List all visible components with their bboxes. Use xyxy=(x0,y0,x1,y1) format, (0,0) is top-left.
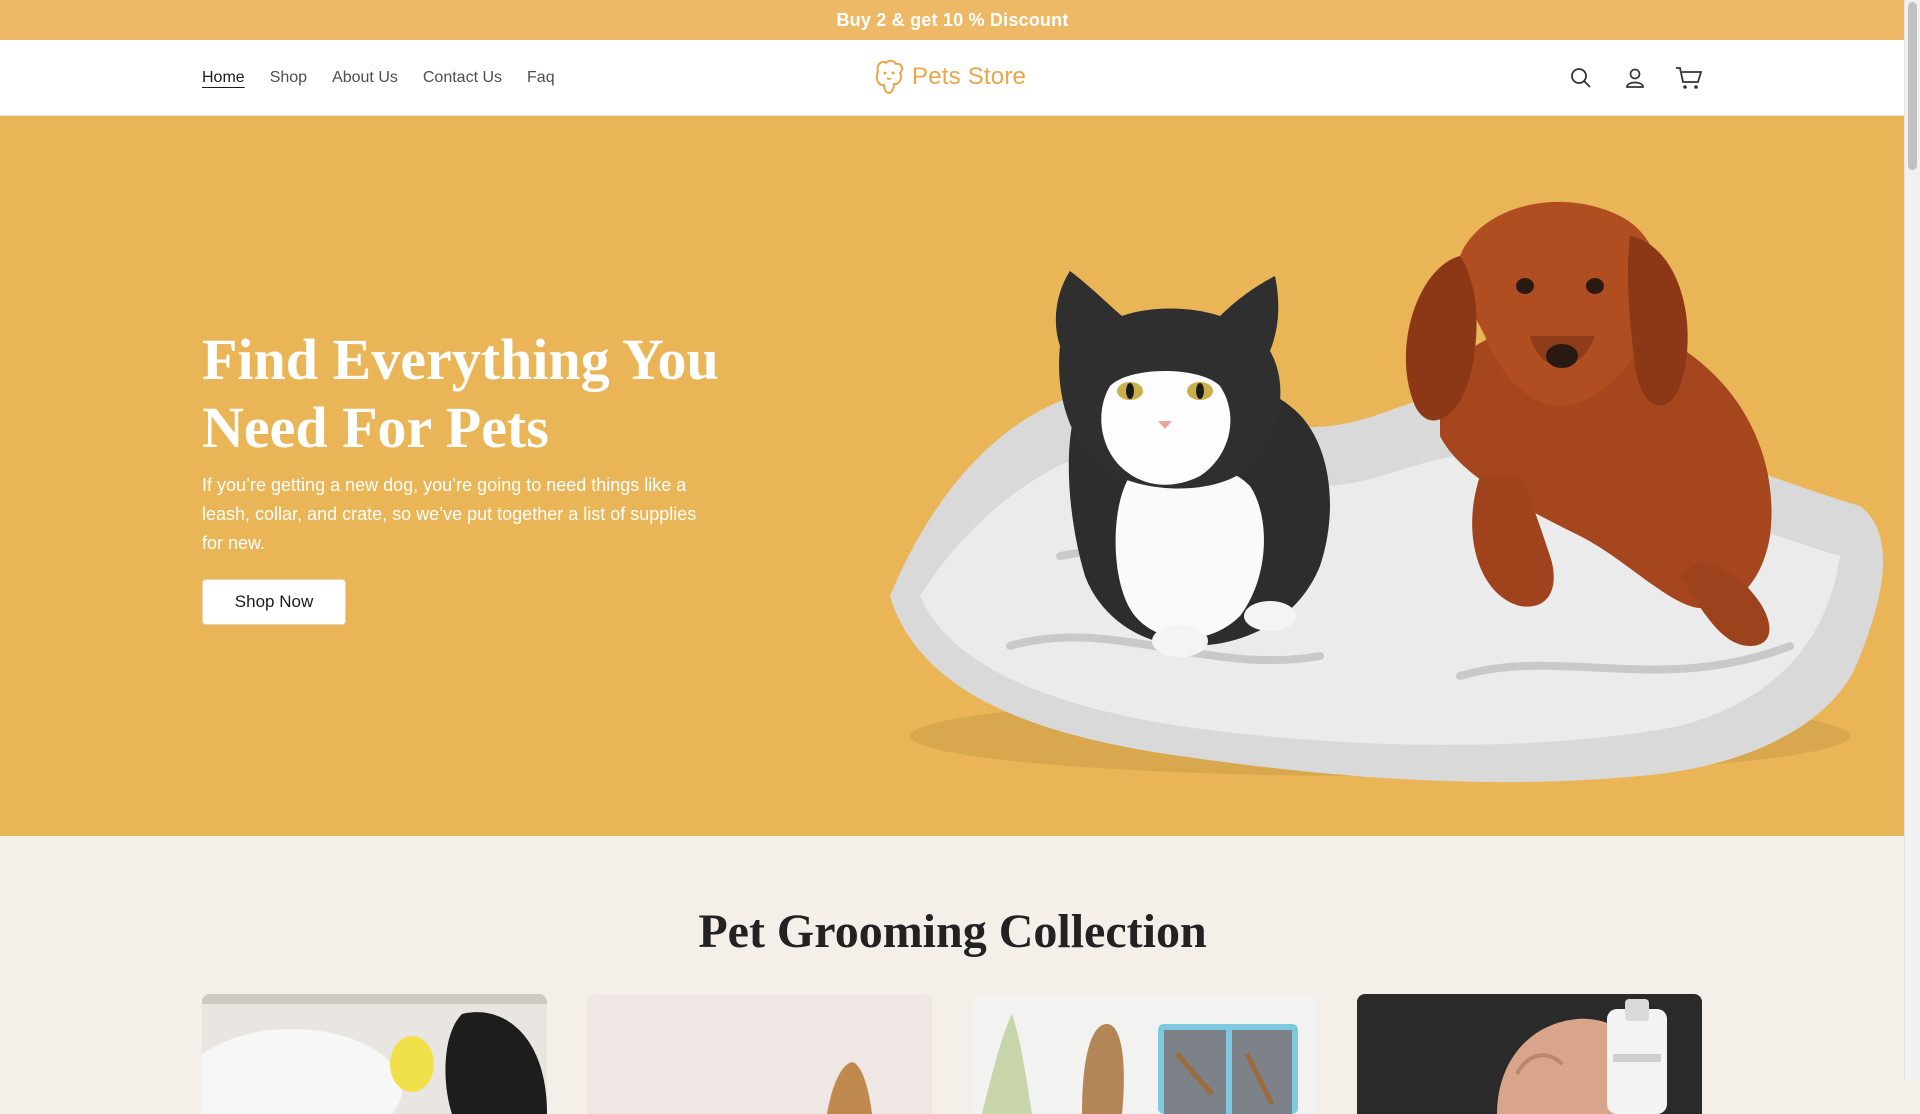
hero-pets-image xyxy=(890,201,1884,783)
hero-title: Find Everything You Need For Pets xyxy=(202,327,719,460)
collection-cards xyxy=(202,994,1702,1114)
search-icon[interactable] xyxy=(1565,60,1597,96)
grooming-collection-section: Pet Grooming Collection xyxy=(0,836,1905,1114)
header-actions xyxy=(1565,60,1705,96)
site-header: Home Shop About Us Contact Us Faq Pets S… xyxy=(0,40,1905,116)
grooming-card-comb[interactable] xyxy=(972,994,1317,1114)
scrollbar-thumb[interactable] xyxy=(1908,2,1917,170)
store-logo[interactable]: Pets Store xyxy=(872,58,1026,96)
announcement-text: Buy 2 & get 10 % Discount xyxy=(836,9,1069,30)
nav-about-us[interactable]: About Us xyxy=(332,69,398,87)
hero-banner: Find Everything You Need For Pets If you… xyxy=(0,116,1905,836)
hero-description: If you’re getting a new dog, you’re goin… xyxy=(202,475,697,553)
nav-home[interactable]: Home xyxy=(202,69,245,87)
nav-shop[interactable]: Shop xyxy=(270,69,307,87)
collection-title: Pet Grooming Collection xyxy=(698,905,1207,958)
logo-text: Pets Store xyxy=(912,63,1027,90)
pet-paw-logo-icon xyxy=(875,59,904,95)
announcement-bar: Buy 2 & get 10 % Discount xyxy=(0,0,1905,40)
nav-contact-us[interactable]: Contact Us xyxy=(423,69,502,87)
shop-now-button[interactable]: Shop Now xyxy=(202,579,346,625)
nav-faq[interactable]: Faq xyxy=(527,69,555,87)
main-nav: Home Shop About Us Contact Us Faq xyxy=(202,40,555,115)
page-scrollbar[interactable] xyxy=(1904,0,1920,1080)
grooming-card-brush[interactable] xyxy=(587,994,932,1114)
account-icon[interactable] xyxy=(1619,60,1651,96)
page: Buy 2 & get 10 % Discount Home Shop Abou… xyxy=(0,0,1905,1114)
grooming-card-bath[interactable] xyxy=(202,994,547,1114)
cart-icon[interactable] xyxy=(1673,60,1705,96)
grooming-card-nail-grinder[interactable] xyxy=(1357,994,1702,1114)
